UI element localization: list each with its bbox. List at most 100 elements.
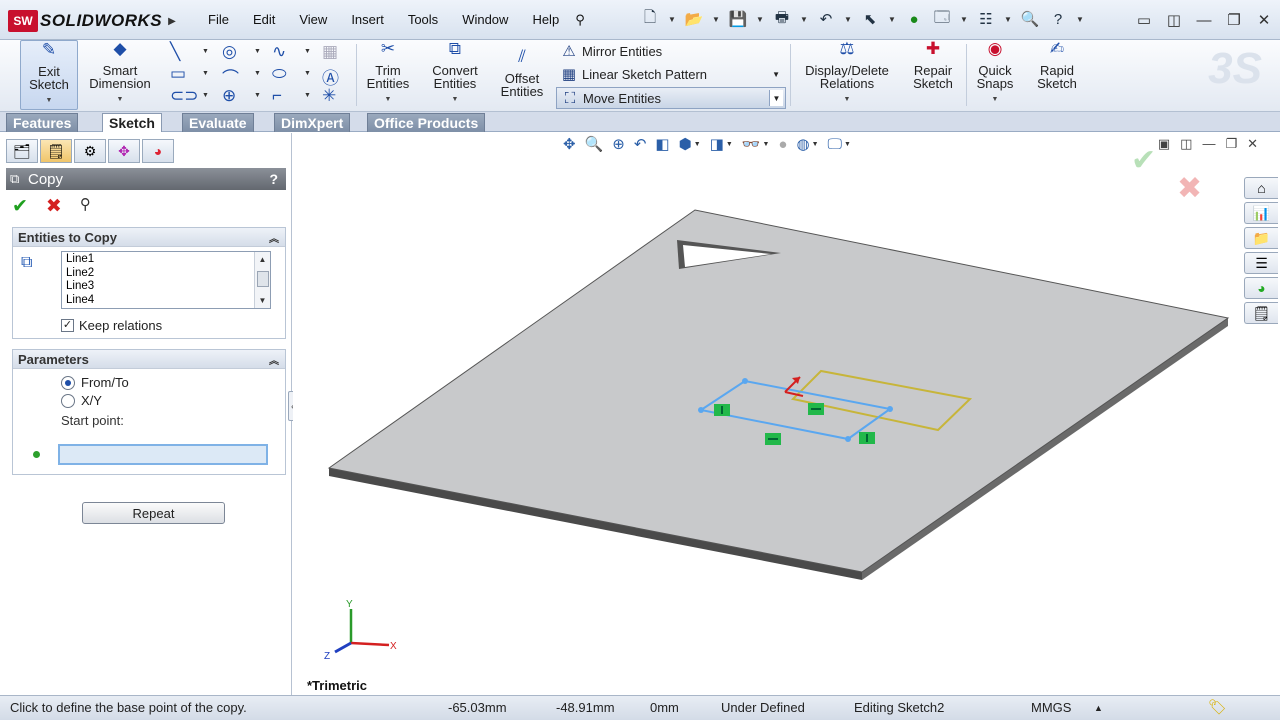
repeat-button[interactable]: Repeat (82, 502, 225, 524)
menu-window[interactable]: Window (450, 12, 520, 28)
xy-radio-row[interactable]: X/Y (61, 393, 102, 408)
open-folder-icon[interactable]: 📂 (684, 9, 704, 29)
menu-file[interactable]: File (196, 12, 241, 28)
menu-edit[interactable]: Edit (241, 12, 287, 28)
confirmation-cancel-icon[interactable]: ✖ (1177, 171, 1202, 206)
chevron-down-icon[interactable]: ▼ (812, 141, 819, 148)
section-view-icon[interactable]: ◧ (655, 135, 669, 153)
chevron-down-icon[interactable]: ▼ (769, 90, 783, 106)
chevron-down-icon[interactable]: ▼ (202, 70, 209, 77)
zoom-to-area-icon[interactable]: ⊕ (612, 135, 625, 153)
viewport-close-icon[interactable]: ✕ (1247, 136, 1258, 152)
chevron-down-icon[interactable]: ▼ (304, 70, 311, 77)
viewport-maximize-icon[interactable]: ❐ (1225, 136, 1237, 152)
sketch-vertex[interactable] (698, 407, 704, 413)
chevron-down-icon[interactable]: ▼ (960, 15, 968, 24)
polygon-icon[interactable]: ⊕ (222, 86, 236, 106)
home-icon[interactable]: ⌂ (1244, 177, 1278, 199)
exit-sketch-button[interactable]: ✎ Exit Sketch ▼ (20, 40, 78, 110)
chevron-down-icon[interactable]: ▼ (1076, 15, 1084, 24)
viewport-minimize-icon[interactable]: — (1202, 136, 1215, 152)
chevron-down-icon[interactable]: ▼ (668, 15, 676, 24)
confirmation-ok-icon[interactable]: ✔ (1131, 143, 1156, 178)
collapse-chevron-icon[interactable]: ︽ (269, 230, 279, 245)
options-icon[interactable]: ☷ (976, 9, 996, 29)
from-to-radio[interactable] (61, 375, 75, 390)
keep-relations-checkbox-row[interactable]: ✓ Keep relations (61, 318, 162, 333)
keep-relations-checkbox[interactable]: ✓ (61, 319, 74, 332)
menu-tools[interactable]: Tools (396, 12, 450, 28)
chevron-down-icon[interactable]: ▼ (844, 141, 851, 148)
rebuild-traffic-light-icon[interactable]: ● (904, 9, 924, 29)
viewport-restore-icon[interactable]: ▣ (1158, 136, 1170, 152)
list-item[interactable]: Line3 (66, 280, 266, 294)
appearances-icon[interactable]: ◕ (1244, 277, 1278, 299)
display-delete-relations-button[interactable]: ⚖ Display/Delete Relations ▼ (796, 40, 898, 106)
group-header[interactable]: Parameters ︽ (13, 350, 285, 369)
chevron-down-icon[interactable]: ▼ (888, 15, 896, 24)
configuration-manager-icon[interactable]: ⚙ (74, 139, 106, 163)
chevron-down-icon[interactable]: ▼ (726, 141, 733, 148)
menu-insert[interactable]: Insert (339, 12, 396, 28)
entities-listbox[interactable]: Line1 Line2 Line3 Line4 ▲ ▼ (61, 251, 271, 309)
tab-sketch[interactable]: Sketch (102, 113, 162, 132)
group-header[interactable]: Entities to Copy ︽ (13, 228, 285, 247)
property-manager-icon[interactable]: 🗒 (40, 139, 72, 163)
chevron-down-icon[interactable]: ▼ (844, 15, 852, 24)
cancel-x-icon[interactable]: ✖ (46, 195, 62, 218)
view-palette-icon[interactable]: ☰ (1244, 252, 1278, 274)
chevron-down-icon[interactable]: ▼ (304, 92, 311, 99)
design-library-icon[interactable]: 📊 (1244, 202, 1278, 224)
viewport-tile-icon[interactable]: ◫ (1180, 136, 1192, 152)
scroll-thumb[interactable] (257, 271, 269, 287)
view-settings-icon[interactable]: 🖵 (828, 136, 842, 153)
menu-view[interactable]: View (287, 12, 339, 28)
save-icon[interactable]: 💾 (728, 9, 748, 29)
chevron-down-icon[interactable]: ▼ (712, 15, 720, 24)
tile-icon[interactable]: ◫ (1162, 10, 1186, 30)
solidworks-logo[interactable]: SW SOLIDWORKS ▶ (8, 9, 176, 33)
sketch-vertex[interactable] (742, 378, 748, 384)
sketch-vertex[interactable] (887, 406, 893, 412)
grid-icon[interactable]: ▦ (322, 42, 338, 62)
repair-sketch-button[interactable]: ✚ Repair Sketch (904, 40, 962, 90)
tag-icon[interactable]: 🏷 (1208, 698, 1227, 716)
slot-icon[interactable]: ⊂⊃ (170, 86, 199, 106)
offset-entities-button[interactable]: ⫽ Offset Entities (492, 48, 552, 98)
chevron-down-icon[interactable]: ▼ (202, 92, 209, 99)
maximize-icon[interactable]: ❐ (1222, 10, 1246, 30)
chevron-down-icon[interactable]: ▼ (304, 48, 311, 55)
start-point-field[interactable] (58, 444, 268, 465)
tab-office-products[interactable]: Office Products (367, 113, 486, 132)
dimxpert-manager-icon[interactable]: ✥ (108, 139, 140, 163)
plate-top-face[interactable] (327, 209, 1230, 573)
point-icon[interactable]: ✳ (322, 86, 336, 106)
chevron-down-icon[interactable]: ▼ (254, 48, 261, 55)
restore-panel-icon[interactable]: ▭ (1132, 10, 1156, 30)
help-icon[interactable]: ? (1048, 9, 1068, 29)
scroll-down-icon[interactable]: ▼ (255, 294, 270, 308)
spline-icon[interactable]: ∿ (272, 42, 286, 62)
edit-appearance-icon[interactable]: ● (778, 136, 787, 153)
quick-snaps-button[interactable]: ◉ Quick Snaps ▼ (968, 40, 1022, 106)
collapse-chevron-icon[interactable]: ︽ (269, 352, 279, 367)
tab-features[interactable]: Features (6, 113, 79, 132)
unit-system[interactable]: MMGS (1031, 700, 1071, 715)
smart-dimension-button[interactable]: ◆ Smart Dimension ▼ (84, 40, 156, 106)
chevron-down-icon[interactable]: ▼ (762, 141, 769, 148)
help-button[interactable]: ? (269, 171, 278, 187)
rapid-sketch-button[interactable]: ✍ Rapid Sketch (1028, 40, 1086, 90)
move-entities-button[interactable]: ⛶ Move Entities ▼ (556, 87, 786, 109)
hide-show-items-icon[interactable]: 👓 (742, 135, 761, 153)
scroll-up-icon[interactable]: ▲ (255, 253, 270, 267)
undo-icon[interactable]: ↶ (816, 9, 836, 29)
chevron-down-icon[interactable]: ▼ (772, 70, 780, 79)
chevron-down-icon[interactable]: ▼ (694, 141, 701, 148)
pushpin-icon[interactable]: ⚲ (80, 195, 91, 218)
display-style-icon[interactable]: ◨ (710, 135, 724, 153)
ok-checkmark-icon[interactable]: ✔ (12, 195, 28, 218)
listbox-scrollbar[interactable]: ▲ ▼ (254, 252, 270, 308)
sketch-vertex[interactable] (845, 436, 851, 442)
convert-entities-button[interactable]: ⧉ Convert Entities ▼ (422, 40, 488, 106)
chevron-down-icon[interactable]: ▼ (800, 15, 808, 24)
